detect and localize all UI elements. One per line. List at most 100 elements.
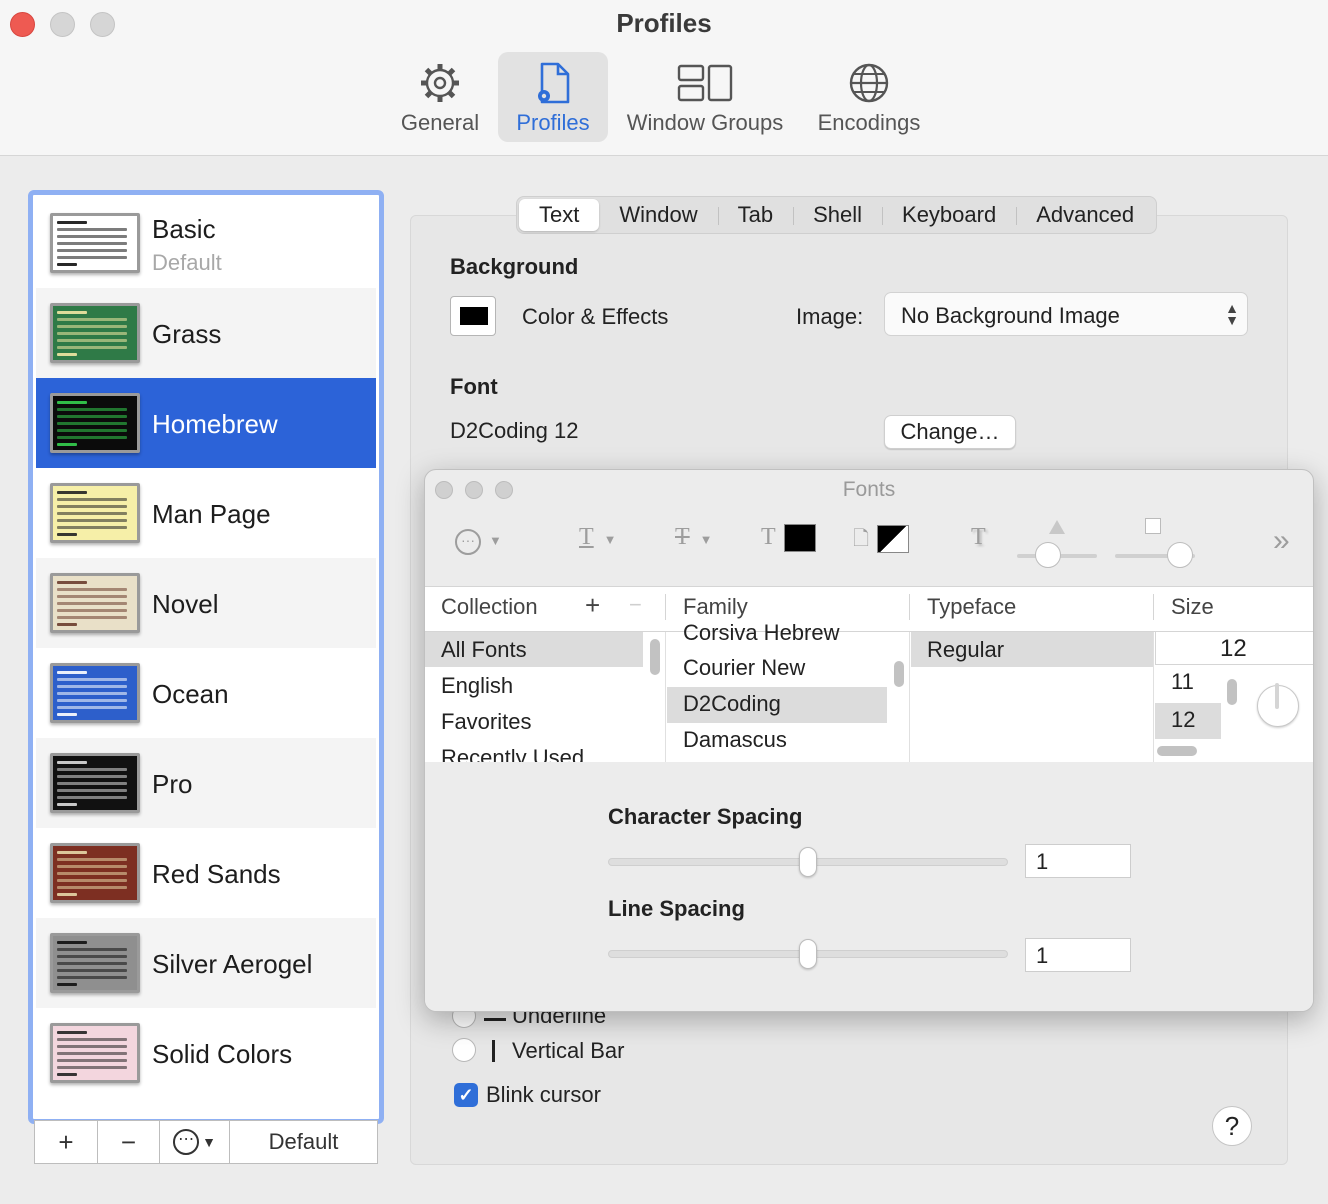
background-heading: Background (450, 254, 579, 279)
character-spacing-slider[interactable] (608, 847, 1008, 877)
family-item[interactable]: Courier New (683, 655, 805, 681)
background-image-popup[interactable]: No Background Image ▲ ▼ (884, 292, 1248, 336)
size-horizontal-scrollbar[interactable] (1157, 746, 1197, 756)
profile-list[interactable]: Basic Default Grass Homebrew Man Page No… (28, 190, 384, 1124)
cursor-vertical-bar-radio[interactable] (452, 1038, 476, 1062)
text-shadow-button[interactable]: T (971, 524, 986, 551)
thumbnail-line (57, 872, 127, 875)
profile-row-homebrew[interactable]: Homebrew (36, 378, 376, 468)
set-default-button[interactable]: Default (230, 1121, 377, 1163)
line-spacing-knob[interactable] (799, 939, 817, 969)
family-scrollbar[interactable] (894, 661, 904, 687)
family-item[interactable]: Damascus (683, 727, 787, 753)
line-spacing-field[interactable]: 1 (1025, 938, 1131, 972)
text-color-t-icon: T (761, 524, 776, 550)
profile-row-ocean[interactable]: Ocean (36, 648, 376, 738)
collection-item[interactable]: Favorites (441, 709, 531, 735)
tab-tab[interactable]: Tab (717, 199, 793, 231)
line-spacing-slider[interactable] (608, 939, 1008, 969)
gear-icon (421, 64, 459, 102)
thumbnail-line (57, 533, 77, 536)
spacing-section: Character Spacing 1 Line Spacing 1 (425, 762, 1313, 1011)
size-item[interactable]: 11 (1171, 669, 1194, 695)
background-color-well[interactable] (450, 296, 496, 336)
profile-row-novel[interactable]: Novel (36, 558, 376, 648)
thumbnail-line (57, 768, 127, 771)
toolbar-general[interactable]: General (390, 52, 490, 142)
change-font-button[interactable]: Change… (884, 415, 1016, 449)
text-underline-button[interactable]: T ▼ (579, 524, 617, 551)
add-collection-button[interactable]: + (585, 590, 600, 621)
profile-row-silver-aerogel[interactable]: Silver Aerogel (36, 918, 376, 1008)
thumbnail-line (57, 505, 127, 508)
profile-row-pro[interactable]: Pro (36, 738, 376, 828)
toolbar-window-groups-label: Window Groups (626, 110, 784, 135)
thumbnail-line (57, 415, 127, 418)
character-spacing-field[interactable]: 1 (1025, 844, 1131, 878)
typeface-item[interactable]: Regular (927, 637, 1004, 663)
size-slider-track[interactable] (1275, 683, 1279, 709)
thumbnail-line (57, 263, 77, 266)
thumbnail-line (57, 339, 127, 342)
thumbnail-line (57, 955, 127, 958)
column-divider (909, 631, 910, 763)
shadow-opacity-knob[interactable] (1035, 542, 1061, 568)
blink-cursor-checkbox[interactable]: ✓ (454, 1083, 478, 1107)
size-scrollbar[interactable] (1227, 679, 1237, 705)
profile-row-grass[interactable]: Grass (36, 288, 376, 378)
profile-name: Solid Colors (152, 1039, 293, 1069)
profile-list-buttons: + − ⋯ ▼ Default (34, 1120, 378, 1164)
tab-keyboard[interactable]: Keyboard (882, 199, 1016, 231)
thumbnail-line (57, 699, 127, 702)
profile-thumbnail (50, 393, 140, 453)
remove-collection-button[interactable]: − (629, 592, 642, 618)
tab-text[interactable]: Text (519, 199, 600, 231)
more-icon: ⋯ (173, 1129, 200, 1155)
profile-row-red-sands[interactable]: Red Sands (36, 828, 376, 918)
text-strikethrough-button[interactable]: T ▼ (675, 524, 713, 551)
shadow-t-icon: T (971, 524, 986, 550)
thumbnail-line (57, 1066, 127, 1069)
thumbnail-line (57, 332, 127, 335)
thumbnail-line (57, 581, 87, 584)
fonts-panel: Fonts ··· ▼ T ▼ T ▼ T 🗋 T » 12 Collectio… (424, 469, 1314, 1012)
toolbar-encodings[interactable]: Encodings (806, 52, 932, 142)
toolbar-window-groups[interactable]: Window Groups (616, 52, 794, 142)
profile-actions-button[interactable]: ⋯ ▼ (160, 1121, 230, 1163)
profile-row-solid-colors[interactable]: Solid Colors (36, 1008, 376, 1098)
size-input[interactable]: 12 (1155, 631, 1313, 665)
profile-row-man-page[interactable]: Man Page (36, 468, 376, 558)
profile-thumbnail (50, 213, 140, 273)
size-item[interactable]: 12 (1171, 707, 1195, 733)
character-spacing-knob[interactable] (799, 847, 817, 877)
family-item[interactable]: D2Coding (683, 691, 781, 717)
collection-item[interactable]: All Fonts (441, 637, 527, 663)
tab-advanced[interactable]: Advanced (1016, 199, 1154, 231)
remove-profile-button[interactable]: − (98, 1121, 160, 1163)
document-color-button[interactable]: 🗋 (853, 524, 910, 558)
profile-thumbnail (50, 483, 140, 543)
thumbnail-line (57, 256, 127, 259)
add-profile-button[interactable]: + (35, 1121, 98, 1163)
more-toolbar-items-icon[interactable]: » (1273, 524, 1290, 558)
thumbnail-line (57, 325, 127, 328)
tab-window[interactable]: Window (599, 199, 717, 231)
globe-icon (849, 63, 889, 103)
thumbnail-line (57, 976, 127, 979)
thumbnail-line (57, 318, 127, 321)
tab-shell[interactable]: Shell (793, 199, 882, 231)
thumbnail-line (57, 671, 87, 674)
collection-scrollbar[interactable] (650, 639, 660, 675)
help-button[interactable]: ? (1212, 1106, 1252, 1146)
thumbnail-line (57, 242, 127, 245)
font-actions-button[interactable]: ··· ▼ (455, 524, 502, 555)
thumbnail-line (57, 408, 127, 411)
thumbnail-line (57, 228, 127, 231)
toolbar-profiles[interactable]: Profiles (498, 52, 608, 142)
collection-item[interactable]: English (441, 673, 513, 699)
family-item[interactable]: Corsiva Hebrew (683, 620, 840, 646)
shadow-blur-knob[interactable] (1167, 542, 1193, 568)
profile-row-basic[interactable]: Basic Default (36, 198, 376, 288)
text-color-button[interactable]: T (761, 524, 816, 553)
typeface-header: Typeface (927, 594, 1017, 619)
